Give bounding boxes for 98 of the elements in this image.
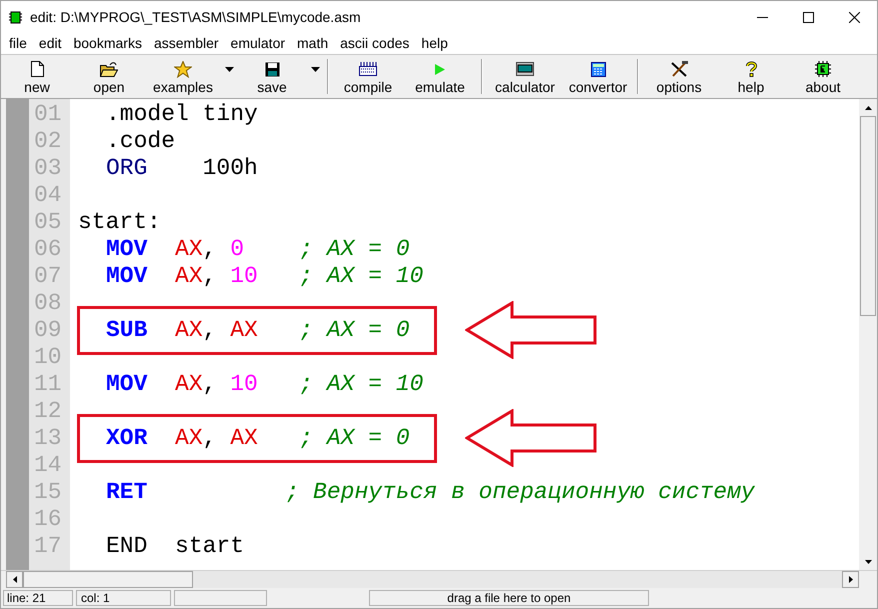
toolbar-button[interactable]: help (715, 55, 787, 98)
line-number: 06 (33, 236, 63, 263)
line-number: 03 (33, 155, 63, 182)
code-text: , (202, 317, 218, 344)
comment: ; AX = 10 (299, 371, 424, 398)
toolbar-button[interactable]: about (787, 55, 859, 98)
line-number: 09 (33, 317, 63, 344)
line-number: 14 (33, 452, 63, 479)
register: AX (175, 317, 203, 344)
code-text: END start (106, 533, 244, 560)
keyboard-icon (359, 62, 377, 76)
code-text: .code (106, 128, 176, 155)
minimize-icon (756, 16, 768, 18)
line-number: 01 (33, 101, 63, 128)
code-text: .model tiny (106, 101, 258, 128)
status-hint: drag a file here to open (369, 590, 649, 606)
line-number: 15 (33, 479, 63, 506)
code-text: , (202, 236, 218, 263)
instruction: MOV (106, 371, 148, 398)
line-number: 12 (33, 398, 63, 425)
menu-item[interactable]: file (3, 33, 33, 54)
number-literal: 10 (230, 263, 259, 290)
calculator-icon (590, 62, 606, 76)
line-number: 02 (33, 128, 63, 155)
horizontal-scrollbar[interactable] (1, 570, 877, 588)
close-icon (848, 12, 860, 22)
register: AX (175, 425, 203, 452)
chip-icon (9, 10, 22, 24)
folder-icon (100, 62, 118, 76)
comment: ; AX = 0 (299, 425, 410, 452)
toolbar-button[interactable]: options (643, 55, 715, 98)
screen-icon (516, 62, 534, 76)
menu-item[interactable]: edit (32, 33, 68, 54)
scroll-right-button[interactable] (842, 571, 859, 588)
directive: ORG (106, 155, 148, 182)
register: AX (175, 263, 203, 290)
menu-item[interactable]: bookmarks (67, 33, 148, 54)
menu-item[interactable]: assembler (148, 33, 225, 54)
instruction: RET (106, 479, 148, 506)
scroll-thumb[interactable] (860, 116, 876, 316)
menu-item[interactable]: ascii codes (334, 33, 416, 54)
toolbar-button[interactable]: save (237, 55, 307, 98)
chip-icon (815, 61, 831, 77)
register: AX (230, 317, 259, 344)
comment: ; AX = 0 (299, 317, 410, 344)
up-arrow-icon (864, 106, 872, 110)
line-number: 10 (33, 344, 63, 371)
line-number: 11 (33, 371, 63, 398)
line-number: 08 (33, 290, 63, 317)
menu-item[interactable]: help (415, 33, 454, 54)
status-column: col: 1 (76, 590, 171, 606)
code-text: 100h (202, 155, 258, 182)
menu-item[interactable]: math (291, 33, 334, 54)
code-text: start: (78, 209, 161, 236)
toolbar-button[interactable]: examples (145, 55, 221, 98)
register: AX (175, 236, 203, 263)
star-icon (174, 60, 192, 78)
toolbar-button[interactable]: compile (333, 55, 403, 98)
play-icon (435, 64, 445, 74)
line-number: 07 (33, 263, 63, 290)
code-text: , (202, 371, 218, 398)
question-mark-icon (746, 61, 756, 77)
caret-icon (224, 67, 234, 72)
comment: ; Вернуться в операционную систему (285, 479, 755, 506)
number-literal: 10 (230, 371, 259, 398)
instruction: MOV (106, 263, 148, 290)
window-title: edit: D:\MYPROG\_TEST\ASM\SIMPLE\mycode.asm (30, 8, 361, 27)
comment: ; AX = 0 (299, 236, 410, 263)
line-number: 16 (33, 506, 63, 533)
instruction: MOV (106, 236, 148, 263)
comment: ; AX = 10 (299, 263, 424, 290)
line-number: 13 (33, 425, 63, 452)
new-file-icon (30, 61, 44, 77)
register: AX (175, 371, 203, 398)
maximize-icon (802, 12, 814, 22)
register: AX (230, 425, 259, 452)
down-arrow-icon (864, 560, 872, 564)
instruction: XOR (106, 425, 148, 452)
toolbar-button[interactable]: emulate (403, 55, 477, 98)
scroll-thumb[interactable] (23, 571, 193, 588)
menu-item[interactable]: emulator (224, 33, 292, 54)
line-number: 17 (33, 533, 63, 560)
instruction: SUB (106, 317, 148, 344)
line-number: 04 (33, 182, 63, 209)
code-text: , (202, 263, 218, 290)
toolbar-button[interactable]: convertor (563, 55, 633, 98)
toolbar-button[interactable]: new (1, 55, 73, 98)
scroll-left-button[interactable] (6, 571, 23, 588)
toolbar-button[interactable]: calculator (487, 55, 563, 98)
code-text: , (202, 425, 218, 452)
number-literal: 0 (230, 236, 246, 263)
vertical-scrollbar[interactable] (859, 99, 877, 570)
hammer-wrench-icon (670, 61, 688, 77)
line-number: 05 (33, 209, 63, 236)
right-arrow-icon (848, 576, 852, 583)
caret-icon (310, 67, 320, 72)
toolbar-button[interactable]: open (73, 55, 145, 98)
left-arrow-icon (12, 576, 16, 583)
